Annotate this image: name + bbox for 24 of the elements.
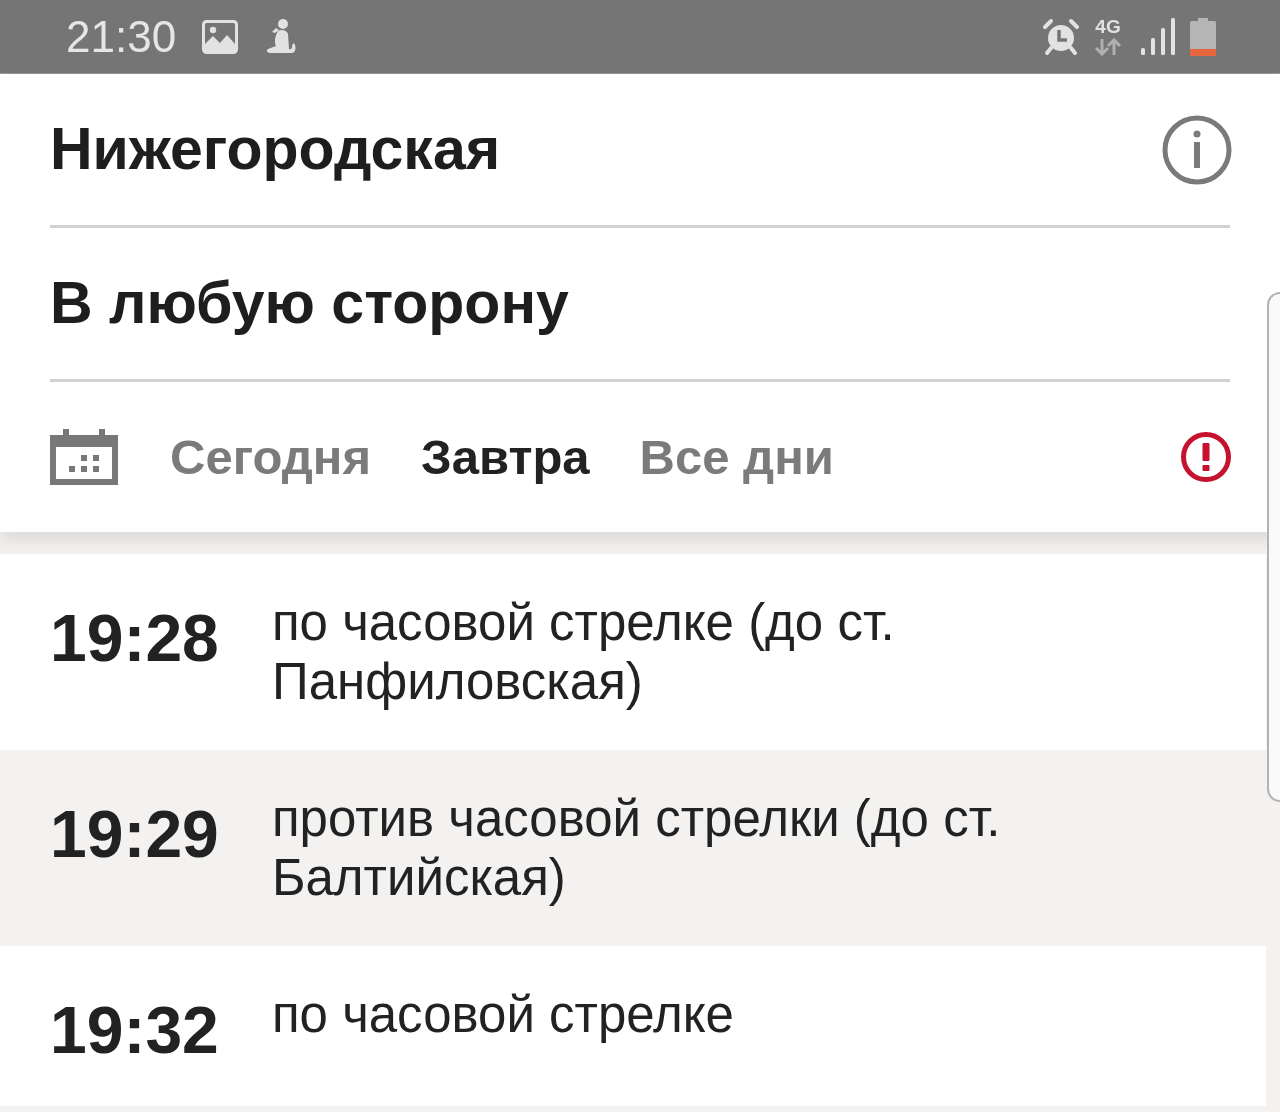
day-tab[interactable]: Сегодня [170,428,371,486]
info-icon[interactable] [1162,114,1232,185]
network-type: 4G [1095,17,1121,36]
departure-direction: по часовой стрелке (до ст. Панфиловская) [272,593,896,711]
departure-direction: против часовой стрелки (до ст. Балтийская) [272,789,1002,907]
clock-time: 21:30 [66,14,177,59]
departure-direction: по часовой стрелке [272,985,735,1044]
picture-icon [202,19,239,54]
battery-icon [1190,17,1216,56]
direction-selector[interactable]: В любую сторону [50,269,569,338]
departure-row[interactable]: 19:28 по часовой стрелке (до ст. Панфиловская) [0,554,1266,750]
departure-time: 19:28 [50,605,220,671]
edge-panel-handle[interactable] [1267,292,1280,802]
departure-time: 19:32 [50,997,220,1063]
day-tab[interactable]: Все дни [639,428,834,486]
departure-row[interactable]: 19:32 по часовой стрелке [0,946,1266,1106]
signal-icon [1140,18,1176,55]
alert-icon[interactable] [1180,431,1232,483]
alarm-clock-icon [1042,17,1080,56]
data-arrows-icon [1094,37,1122,56]
calendar-icon[interactable] [50,429,118,485]
departure-time: 19:29 [50,801,220,867]
day-tab[interactable]: Завтра [421,428,590,486]
station-title: Нижегородская [50,115,501,184]
